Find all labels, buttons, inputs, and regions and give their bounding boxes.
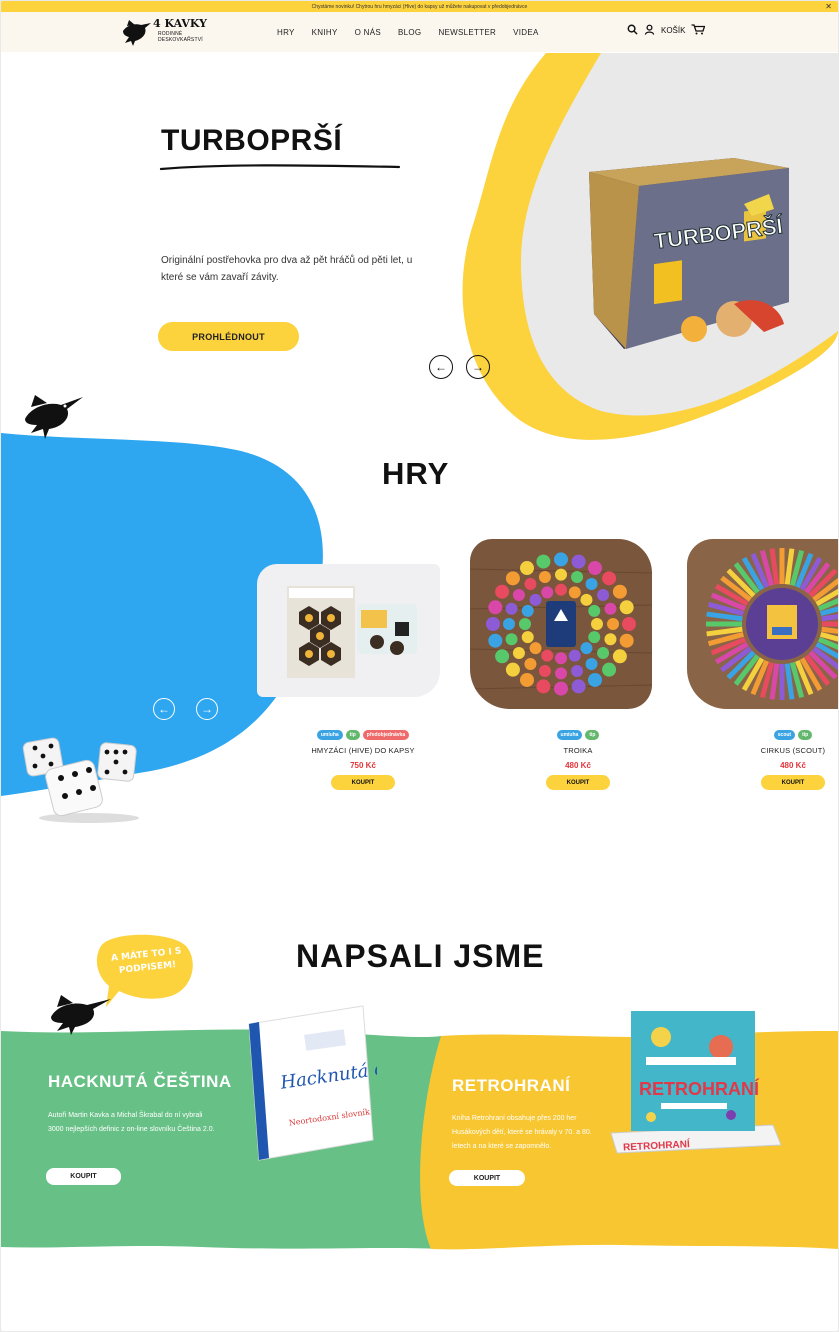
search-icon[interactable] — [627, 24, 638, 37]
site-header: 4 KAVKY RODINNÉ DESKOVKAŘSTVÍ HRY KNIHY … — [1, 12, 838, 52]
games-prev-button[interactable]: ← — [153, 698, 175, 720]
product-name[interactable]: TROIKA — [488, 746, 668, 755]
product-name[interactable]: HMYZÁCI (HIVE) DO KAPSY — [273, 746, 453, 755]
close-icon[interactable]: ✕ — [825, 1, 832, 12]
turboprsi-game-box[interactable]: TURBOPRŠÍ — [584, 154, 794, 354]
nav-item-hry[interactable]: HRY — [277, 28, 295, 37]
product-image-scout[interactable] — [687, 539, 838, 709]
main-nav: HRY KNIHY O NÁS BLOG NEWSLETTER VIDEA — [277, 28, 556, 37]
tag-umiuha: umíuha — [556, 730, 583, 740]
book-cover-hacknuta[interactable]: Hacknutá čeština Neortodoxní slovník — [245, 1004, 377, 1164]
product-card-hive: umíuha tip předobjednávka HMYZÁCI (HIVE)… — [273, 730, 453, 790]
nav-item-o-nas[interactable]: O NÁS — [355, 28, 381, 37]
tag-tip: tip — [345, 730, 360, 740]
product-price: 480 Kč — [780, 761, 806, 770]
buy-button-retrohrani[interactable]: KOUPIT — [449, 1170, 525, 1186]
book-cover-retrohrani[interactable]: RETROHRANÍ RETROHRANÍ — [601, 1007, 785, 1157]
product-card-scout: scout tip CIRKUS (SCOUT) 480 Kč KOUPIT — [703, 730, 838, 790]
buy-button-hacknuta[interactable]: KOUPIT — [46, 1168, 121, 1185]
buy-button[interactable]: KOUPIT — [546, 775, 610, 790]
announcement-text: Chystáme novinku! Chytrou hru hmyzáci (H… — [311, 3, 528, 10]
nav-item-blog[interactable]: BLOG — [398, 28, 421, 37]
product-tags: umíuha tip předobjednávka — [273, 730, 453, 740]
user-icon[interactable] — [644, 24, 655, 37]
bird-illustration — [25, 395, 83, 439]
cart-label[interactable]: KOŠÍK — [661, 26, 685, 35]
nav-item-knihy[interactable]: KNIHY — [312, 28, 338, 37]
buy-button[interactable]: KOUPIT — [331, 775, 395, 790]
product-name[interactable]: CIRKUS (SCOUT) — [703, 746, 838, 755]
product-image-troika[interactable] — [470, 539, 652, 709]
cover-title-2: RETROHRANÍ — [639, 1078, 760, 1099]
hero-description: Originální postřehovka pro dva až pět hr… — [161, 255, 413, 283]
tag-tip: tip — [585, 730, 600, 740]
product-tags: umíuha tip — [488, 730, 668, 740]
product-tags: scout tip — [703, 730, 838, 740]
tag-preorder: předobjednávka — [362, 730, 410, 740]
tag-scout: scout — [773, 730, 796, 740]
product-image-hive[interactable] — [257, 564, 440, 697]
cart-icon[interactable] — [691, 24, 706, 37]
logo-name: 4 KAVKY — [153, 17, 207, 30]
product-card-troika: umíuha tip TROIKA 480 Kč KOUPIT — [488, 730, 668, 790]
hero-prev-button[interactable]: ← — [429, 355, 453, 379]
product-price: 480 Kč — [565, 761, 591, 770]
hero-title: TURBOPRŠÍ — [161, 124, 343, 157]
tag-umiuha: umíuha — [316, 730, 343, 740]
books-section-title: NAPSALI JSME — [296, 938, 545, 974]
nav-item-videa[interactable]: VIDEA — [513, 28, 539, 37]
page: Chystáme novinku! Chytrou hru hmyzáci (H… — [1, 1, 838, 1331]
games-next-button[interactable]: → — [196, 698, 218, 720]
header-actions: KOŠÍK — [627, 24, 706, 37]
games-section-title: HRY — [382, 456, 450, 491]
announcement-bar: Chystáme novinku! Chytrou hru hmyzáci (H… — [1, 1, 838, 12]
dice-illustration — [22, 737, 139, 823]
book-title-retrohrani[interactable]: RETROHRANÍ — [452, 1076, 570, 1096]
tag-tip: tip — [798, 730, 813, 740]
book-title-hacknuta[interactable]: HACKNUTÁ ČEŠTINA — [48, 1072, 232, 1092]
hero-next-button[interactable]: → — [466, 355, 490, 379]
book-description-retrohrani: Kniha Retrohraní obsahuje přes 200 her H… — [452, 1115, 592, 1150]
logo-bird-icon — [123, 20, 151, 46]
product-price: 750 Kč — [350, 761, 376, 770]
hero-underline — [159, 164, 401, 171]
book-description-hacknuta: Autoři Martin Kavka a Michal Škrabal do … — [48, 1112, 215, 1133]
hero-view-button[interactable]: PROHLÉDNOUT — [158, 322, 299, 351]
logo-subtitle: RODINNÉ DESKOVKAŘSTVÍ — [158, 31, 203, 43]
bird-illustration-2 — [51, 995, 111, 1035]
buy-button[interactable]: KOUPIT — [761, 775, 825, 790]
nav-item-newsletter[interactable]: NEWSLETTER — [438, 28, 496, 37]
